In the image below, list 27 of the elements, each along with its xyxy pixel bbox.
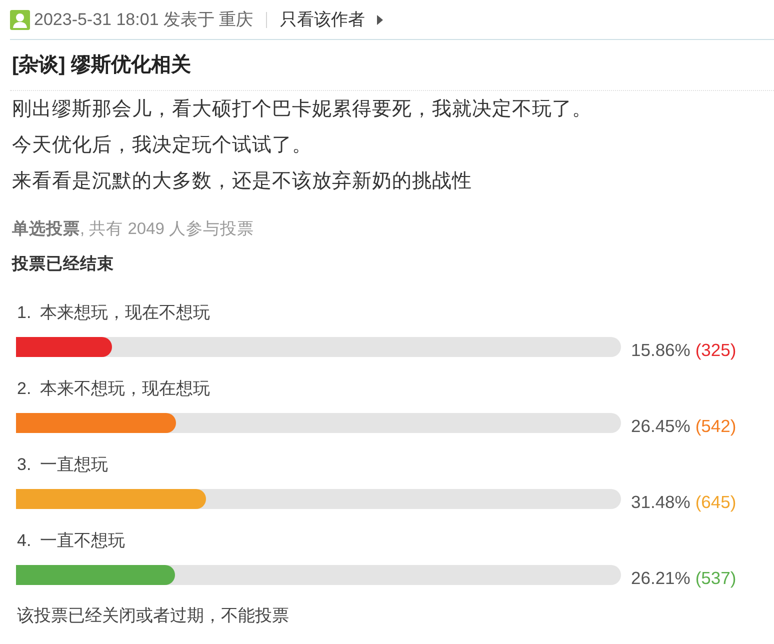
vote-percent: 15.86% bbox=[631, 340, 690, 360]
option-number: 2. bbox=[17, 379, 32, 399]
option-label: 本来想玩，现在不想玩 bbox=[40, 303, 210, 323]
vote-count: (645) bbox=[695, 492, 736, 512]
option-label: 本来不想玩，现在想玩 bbox=[40, 379, 210, 399]
post-paragraph: 刚出缪斯那会儿，看大硕打个巴卡妮累得要死，我就决定不玩了。 bbox=[11, 97, 593, 122]
vote-count: (537) bbox=[695, 568, 736, 588]
poll-summary: 单选投票, 共有 2049 人参与投票 bbox=[11, 219, 256, 239]
option-number: 1. bbox=[17, 303, 32, 323]
vote-percent: 31.48% bbox=[631, 492, 690, 512]
user-avatar-icon bbox=[10, 10, 30, 30]
vote-count: (325) bbox=[695, 340, 736, 360]
option-number: 4. bbox=[17, 531, 32, 551]
vote-count: (542) bbox=[695, 416, 736, 436]
option-number: 3. bbox=[17, 455, 32, 475]
option-label: 一直不想玩 bbox=[40, 531, 126, 551]
post-paragraph: 今天优化后，我决定玩个试试了。 bbox=[11, 133, 313, 158]
author-only-link[interactable]: 只看该作者 bbox=[280, 8, 366, 31]
poll-status: 投票已经结束 bbox=[10, 254, 115, 274]
caret-right-icon bbox=[377, 14, 384, 24]
post-paragraph: 来看看是沉默的大多数，还是不该放弃新奶的挑战性 bbox=[11, 169, 473, 194]
vote-percent: 26.45% bbox=[631, 416, 690, 436]
vote-percent: 26.21% bbox=[631, 568, 690, 588]
poll-closed-note: 该投票已经关闭或者过期，不能投票 bbox=[16, 606, 290, 626]
option-label: 一直想玩 bbox=[40, 455, 108, 475]
post-title: [杂谈] 缪斯优化相关 bbox=[10, 40, 774, 91]
post-meta: 2023-5-31 18:01 发表于 重庆 bbox=[34, 9, 254, 31]
